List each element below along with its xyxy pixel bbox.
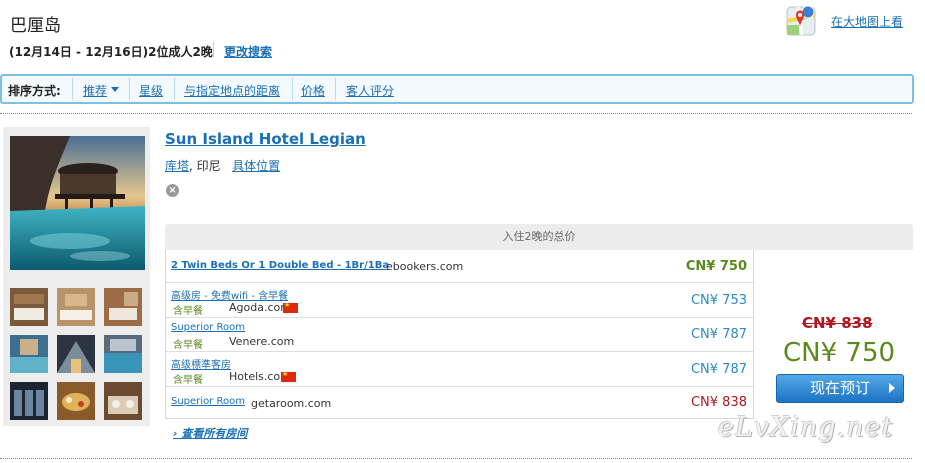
rate-price[interactable]: CN¥ 753: [691, 293, 747, 308]
room-type-link[interactable]: Superior Room: [171, 396, 245, 407]
hotel-thumbnail[interactable]: [104, 382, 142, 420]
rate-row[interactable]: 高级標準客房 含早餐 Hotels.com CN¥ 787: [166, 351, 753, 387]
summary-divider: [213, 42, 214, 57]
booking-site: Agoda.com: [229, 301, 291, 314]
divider: [0, 113, 912, 114]
close-icon[interactable]: ×: [166, 184, 179, 197]
room-type-link[interactable]: 高级房 - 免费wifi - 含早餐: [171, 287, 288, 302]
book-now-button[interactable]: 现在预订: [776, 374, 904, 403]
best-price-panel: CN¥ 838 CN¥ 750 现在预订: [754, 250, 913, 419]
exact-location-link[interactable]: 具体位置: [232, 159, 280, 173]
rate-price[interactable]: CN¥ 838: [691, 395, 747, 410]
rate-price[interactable]: CN¥ 787: [691, 327, 747, 342]
sort-option-recommended[interactable]: 推荐: [83, 82, 107, 99]
book-now-label: 现在预订: [809, 379, 870, 397]
arrow-right-icon: [889, 383, 895, 393]
sort-separator: [292, 78, 293, 100]
breakfast-badge: 含早餐: [173, 306, 203, 317]
change-search-link[interactable]: 更改搜索: [224, 43, 272, 60]
sort-label: 排序方式:: [8, 84, 61, 98]
page-title: 巴厘岛: [10, 16, 61, 36]
hotel-thumbnail[interactable]: [57, 335, 95, 373]
original-price: CN¥ 838: [802, 314, 873, 332]
hotel-thumbnail[interactable]: [104, 335, 142, 373]
sort-separator: [72, 78, 73, 100]
china-flag-icon: [283, 301, 298, 313]
hotel-thumbnail[interactable]: [10, 382, 48, 420]
sort-option-distance[interactable]: 与指定地点的距离: [184, 82, 280, 99]
city-link[interactable]: 库塔: [165, 159, 189, 173]
search-summary: (12月14日 - 12月16日)2位成人2晚: [9, 45, 213, 59]
sort-separator: [129, 78, 130, 100]
breakfast-badge: 含早餐: [173, 375, 203, 386]
view-all-rooms-link[interactable]: › 查看所有房间: [173, 425, 247, 441]
watermark-logo: eLvXing.net: [718, 412, 894, 443]
best-price: CN¥ 750: [783, 338, 896, 368]
booking-site: ebookers.com: [386, 260, 464, 273]
sort-option-guest-rating[interactable]: 客人评分: [346, 82, 394, 99]
room-type-link[interactable]: 高级標準客房: [171, 356, 231, 371]
hotel-thumbnail[interactable]: [10, 288, 48, 326]
room-type-link[interactable]: 2 Twin Beds Or 1 Double Bed - 1Br/1Ba: [171, 260, 389, 271]
view-large-map-link[interactable]: 在大地图上看: [831, 13, 903, 30]
room-type-link[interactable]: Superior Room: [171, 322, 245, 333]
sort-option-stars[interactable]: 星级: [139, 82, 163, 99]
rates-header: 入住2晚的总价: [165, 224, 913, 250]
hotel-thumbnail[interactable]: [10, 335, 48, 373]
china-flag-icon: [281, 370, 296, 382]
sort-separator: [335, 78, 336, 100]
rates-box: 入住2晚的总价 2 Twin Beds Or 1 Double Bed - 1B…: [165, 224, 913, 419]
breakfast-badge: 含早餐: [173, 340, 203, 351]
hotel-thumbnail[interactable]: [104, 288, 142, 326]
rate-price[interactable]: CN¥ 787: [691, 362, 747, 377]
hotel-thumbnail[interactable]: [57, 382, 95, 420]
hotel-name-link[interactable]: Sun Island Hotel Legian: [165, 130, 366, 148]
rate-row[interactable]: 2 Twin Beds Or 1 Double Bed - 1Br/1Ba eb…: [166, 250, 753, 282]
hotel-thumbnail[interactable]: [57, 288, 95, 326]
rate-row[interactable]: Superior Room getaroom.com CN¥ 838: [166, 386, 753, 418]
rate-price[interactable]: CN¥ 750: [686, 259, 747, 274]
rate-row[interactable]: Superior Room 含早餐 Venere.com CN¥ 787: [166, 317, 753, 352]
rates-list: 2 Twin Beds Or 1 Double Bed - 1Br/1Ba eb…: [165, 250, 754, 419]
sort-bar: 排序方式: 推荐 星级 与指定地点的距离 价格 客人评分: [0, 74, 914, 104]
chevron-down-icon[interactable]: [111, 87, 119, 92]
rate-row[interactable]: 高级房 - 免费wifi - 含早餐 含早餐 Agoda.com CN¥ 753: [166, 282, 753, 318]
booking-site: Venere.com: [229, 335, 295, 348]
map-icon[interactable]: [784, 3, 820, 39]
sort-separator: [174, 78, 175, 100]
view-all-rooms-label: 查看所有房间: [181, 427, 248, 440]
booking-site: getaroom.com: [251, 397, 332, 410]
divider: [0, 458, 912, 459]
sort-option-price[interactable]: 价格: [301, 82, 325, 99]
hotel-main-photo[interactable]: [10, 136, 145, 270]
hotel-location: 库塔, 印尼 具体位置: [165, 157, 280, 174]
country-text: , 印尼: [189, 159, 221, 173]
